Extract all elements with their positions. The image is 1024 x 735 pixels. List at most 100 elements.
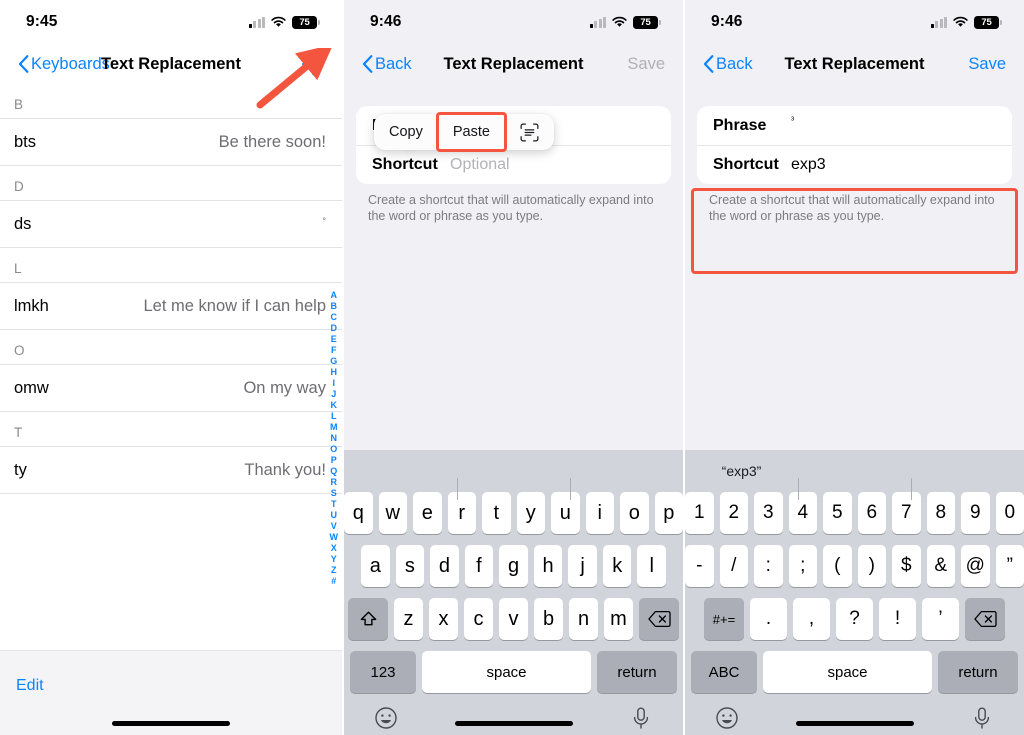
- key-0[interactable]: 0: [995, 492, 1024, 534]
- index-letter[interactable]: R: [331, 477, 338, 488]
- key-”[interactable]: ”: [995, 545, 1024, 587]
- microphone-icon[interactable]: [970, 706, 994, 730]
- key-4[interactable]: 4: [788, 492, 817, 534]
- key-m[interactable]: m: [604, 598, 633, 640]
- emoji-icon[interactable]: [374, 706, 398, 730]
- save-button[interactable]: Save: [968, 55, 1006, 74]
- delete-key[interactable]: [639, 598, 679, 640]
- prediction-slot[interactable]: “exp3”: [685, 463, 798, 479]
- key-d[interactable]: d: [430, 545, 459, 587]
- index-letter[interactable]: G: [330, 356, 337, 367]
- index-letter[interactable]: F: [331, 345, 337, 356]
- index-letter[interactable]: L: [331, 411, 337, 422]
- section-index-bar[interactable]: A B C D E F G H I J K L M N O P Q R S T U V W X Y Z #: [330, 290, 339, 587]
- key-.[interactable]: .: [750, 598, 787, 640]
- back-button-keyboards[interactable]: Keyboards: [18, 55, 110, 74]
- key-q[interactable]: q: [344, 492, 373, 534]
- alpha-mode-key[interactable]: ABC: [691, 651, 757, 693]
- key-t[interactable]: t: [482, 492, 511, 534]
- key-)[interactable]: ): [857, 545, 886, 587]
- index-letter[interactable]: N: [331, 433, 338, 444]
- key-x[interactable]: x: [429, 598, 458, 640]
- key-/[interactable]: /: [719, 545, 748, 587]
- key-k[interactable]: k: [602, 545, 632, 587]
- edit-button[interactable]: Edit: [16, 677, 44, 695]
- key-:[interactable]: :: [754, 545, 783, 587]
- key-n[interactable]: n: [569, 598, 598, 640]
- back-button[interactable]: Back: [362, 55, 412, 74]
- copy-menu-item[interactable]: Copy: [374, 114, 438, 150]
- key-v[interactable]: v: [499, 598, 528, 640]
- key-$[interactable]: $: [892, 545, 921, 587]
- form-row-phrase[interactable]: Phrase ³: [697, 106, 1012, 145]
- key-c[interactable]: c: [464, 598, 493, 640]
- key-f[interactable]: f: [464, 545, 494, 587]
- key-&[interactable]: &: [926, 545, 955, 587]
- key-s[interactable]: s: [395, 545, 425, 587]
- key-z[interactable]: z: [394, 598, 423, 640]
- index-letter[interactable]: E: [331, 334, 337, 345]
- table-row[interactable]: lmkh Let me know if I can help: [0, 282, 342, 330]
- index-letter[interactable]: C: [331, 312, 338, 323]
- key-g[interactable]: g: [499, 545, 528, 587]
- key-l[interactable]: l: [637, 545, 667, 587]
- key-9[interactable]: 9: [961, 492, 990, 534]
- key-([interactable]: (: [823, 545, 852, 587]
- return-key[interactable]: return: [597, 651, 677, 693]
- space-key[interactable]: space: [763, 651, 932, 693]
- key-3[interactable]: 3: [754, 492, 783, 534]
- key-b[interactable]: b: [534, 598, 563, 640]
- key-@[interactable]: @: [961, 545, 990, 587]
- key-8[interactable]: 8: [926, 492, 955, 534]
- key-w[interactable]: w: [378, 492, 407, 534]
- table-row[interactable]: ds °: [0, 200, 342, 248]
- index-letter[interactable]: T: [331, 499, 337, 510]
- index-letter[interactable]: I: [332, 378, 335, 389]
- index-letter[interactable]: Y: [331, 554, 337, 565]
- table-row[interactable]: ty Thank you!: [0, 446, 342, 494]
- index-letter[interactable]: M: [330, 422, 338, 433]
- index-letter[interactable]: B: [331, 301, 338, 312]
- key-5[interactable]: 5: [823, 492, 852, 534]
- key-y[interactable]: y: [516, 492, 545, 534]
- index-letter[interactable]: Q: [330, 466, 337, 477]
- form-row-shortcut[interactable]: Shortcut exp3: [697, 145, 1012, 184]
- microphone-icon[interactable]: [629, 706, 653, 730]
- key-1[interactable]: 1: [685, 492, 714, 534]
- key-h[interactable]: h: [533, 545, 563, 587]
- key-2[interactable]: 2: [719, 492, 748, 534]
- index-letter[interactable]: K: [331, 400, 338, 411]
- scan-text-menu-item[interactable]: [504, 114, 554, 150]
- table-row[interactable]: omw On my way: [0, 364, 342, 412]
- delete-key[interactable]: [965, 598, 1005, 640]
- key-u[interactable]: u: [551, 492, 580, 534]
- index-letter[interactable]: V: [331, 521, 337, 532]
- key-6[interactable]: 6: [857, 492, 886, 534]
- index-letter[interactable]: #: [331, 576, 336, 587]
- key-r[interactable]: r: [447, 492, 476, 534]
- space-key[interactable]: space: [422, 651, 591, 693]
- symbols-mode-key[interactable]: #+=: [704, 598, 744, 640]
- return-key[interactable]: return: [938, 651, 1018, 693]
- key-’[interactable]: ’: [922, 598, 959, 640]
- index-letter[interactable]: O: [330, 444, 337, 455]
- key-?[interactable]: ?: [836, 598, 873, 640]
- shift-key[interactable]: [348, 598, 388, 640]
- back-button[interactable]: Back: [703, 55, 753, 74]
- plus-icon[interactable]: [302, 53, 324, 75]
- index-letter[interactable]: Z: [331, 565, 337, 576]
- key-a[interactable]: a: [360, 545, 390, 587]
- index-letter[interactable]: D: [331, 323, 338, 334]
- key-p[interactable]: p: [654, 492, 683, 534]
- table-row[interactable]: bts Be there soon!: [0, 118, 342, 166]
- key-;[interactable]: ;: [788, 545, 817, 587]
- index-letter[interactable]: A: [331, 290, 338, 301]
- key-o[interactable]: o: [620, 492, 649, 534]
- emoji-icon[interactable]: [715, 706, 739, 730]
- key-i[interactable]: i: [585, 492, 614, 534]
- numeric-mode-key[interactable]: 123: [350, 651, 416, 693]
- index-letter[interactable]: S: [331, 488, 337, 499]
- index-letter[interactable]: P: [331, 455, 337, 466]
- key-7[interactable]: 7: [892, 492, 921, 534]
- key-e[interactable]: e: [413, 492, 442, 534]
